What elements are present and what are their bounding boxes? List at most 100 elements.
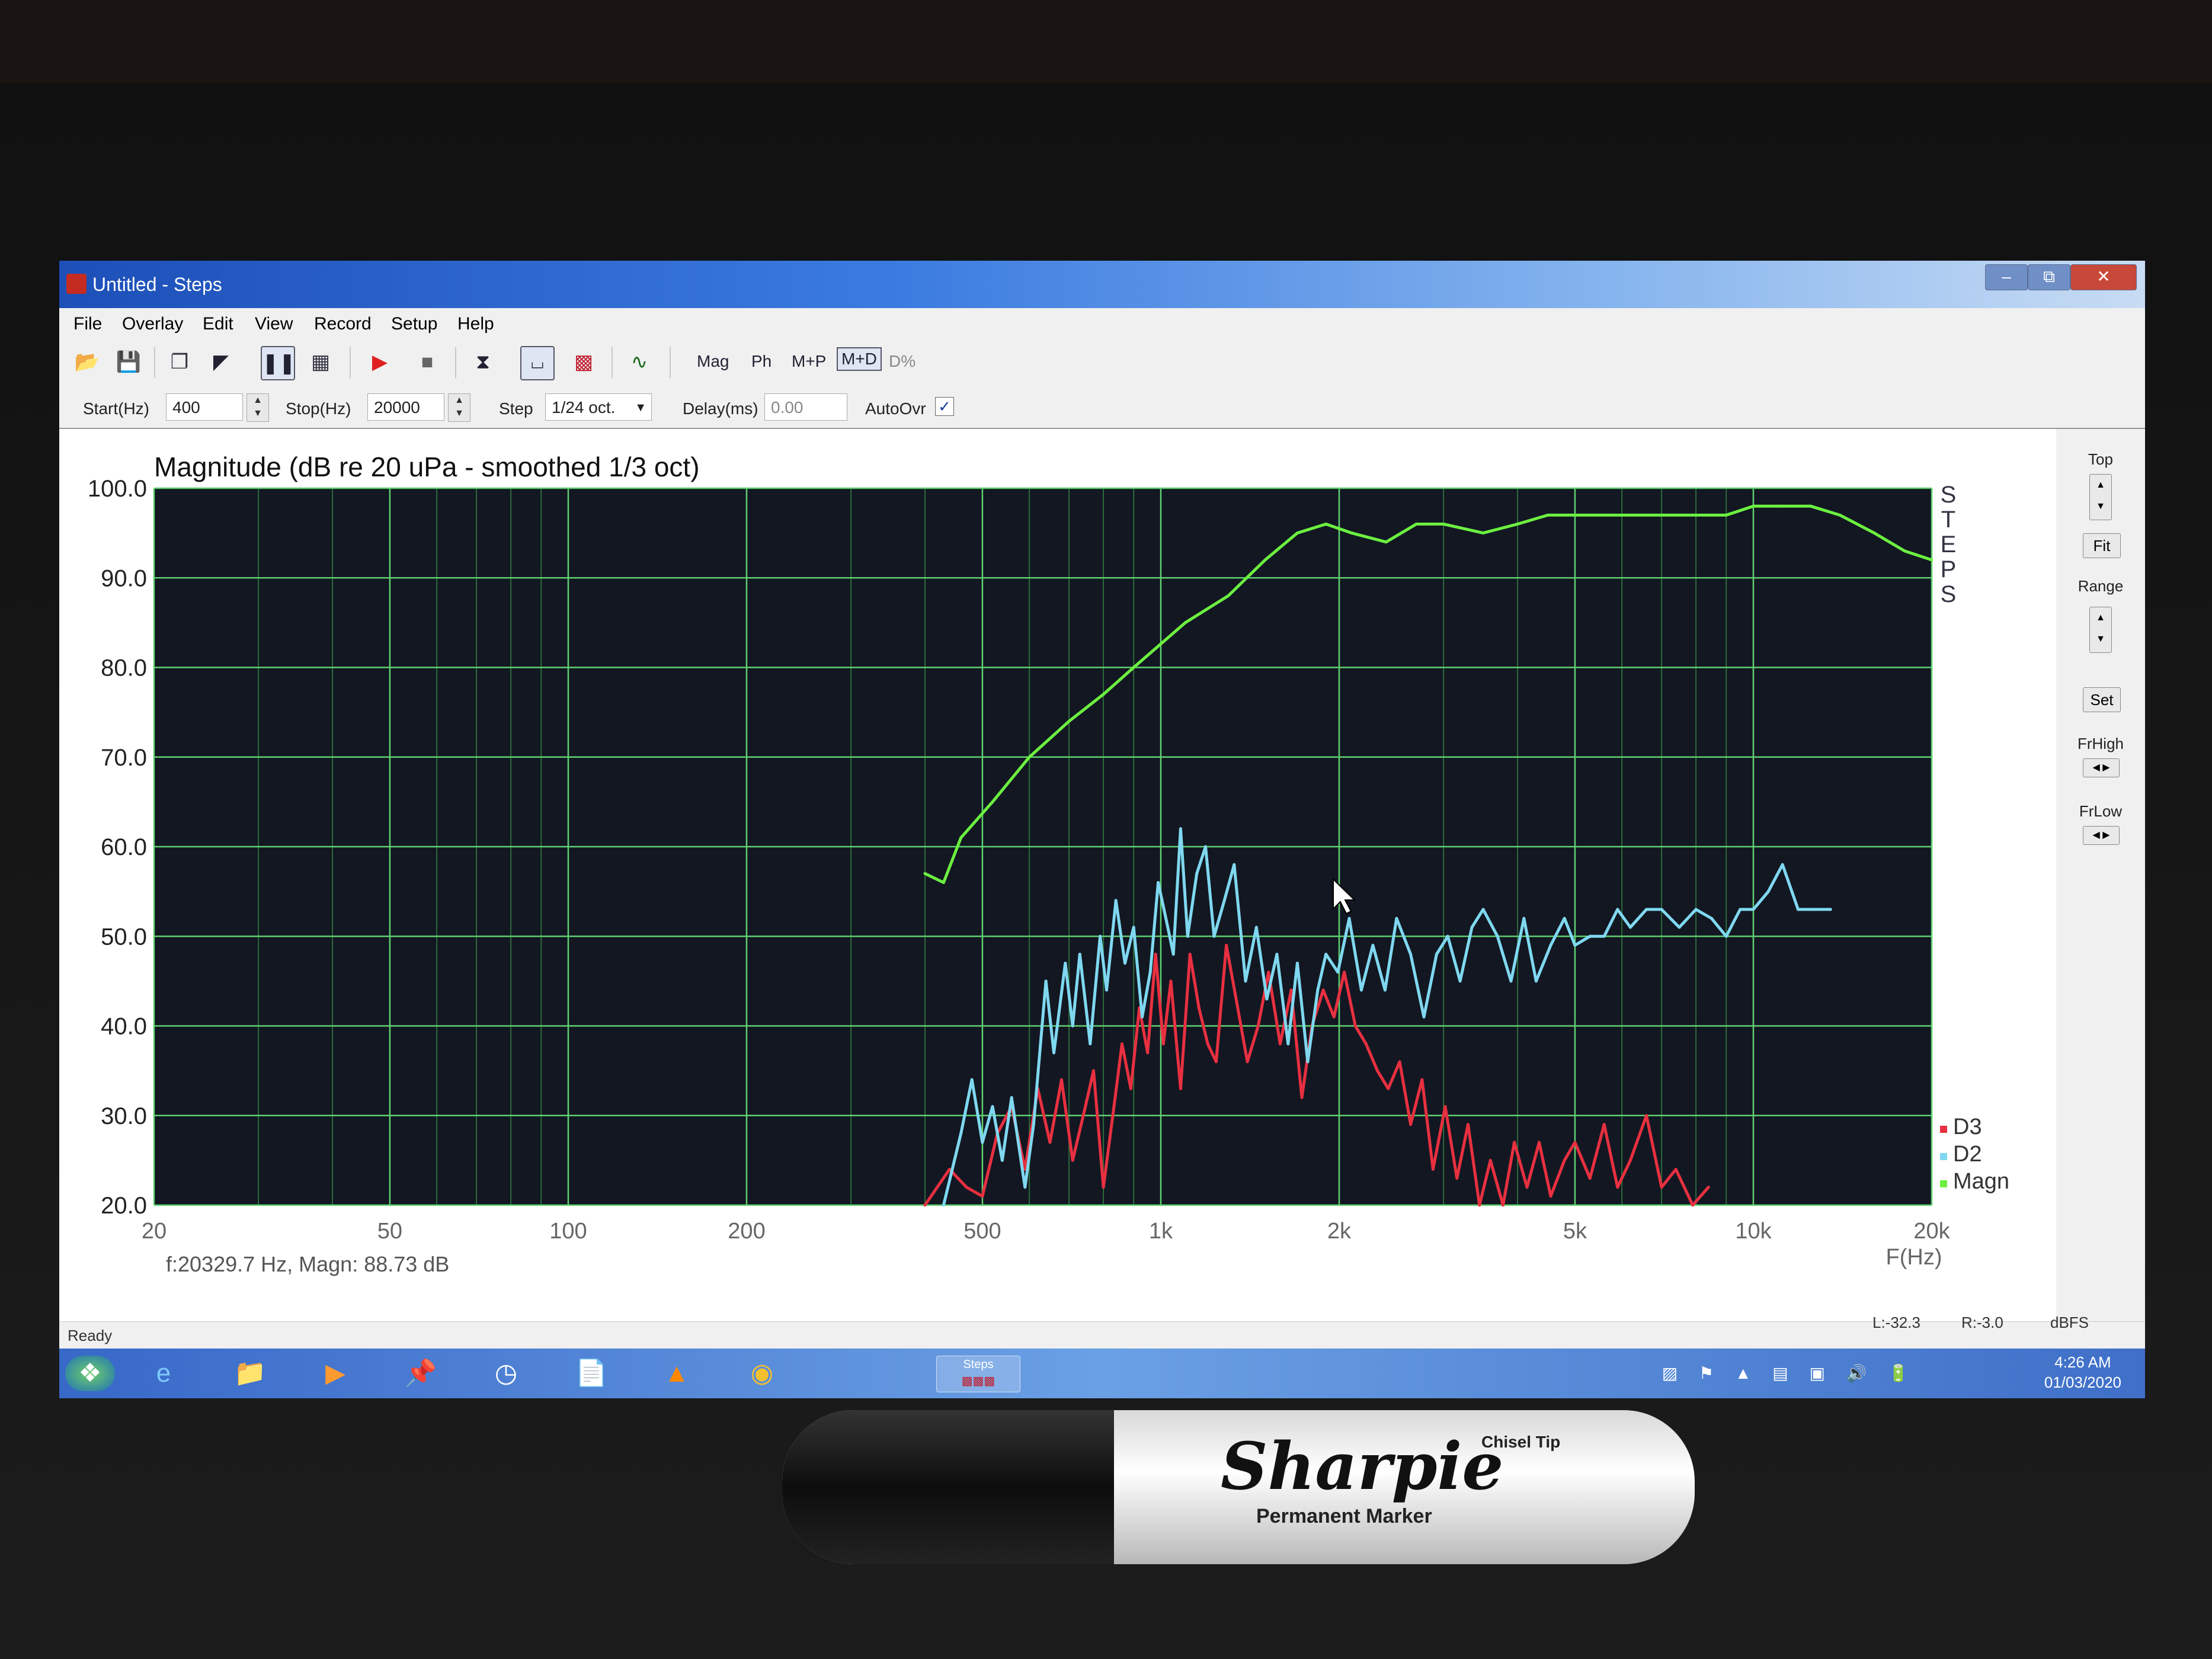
open-icon[interactable]: 📂 <box>71 346 103 378</box>
data-point <box>1353 1024 1357 1027</box>
data-point <box>1102 693 1105 696</box>
maximize-button[interactable]: ⧉ <box>2028 264 2070 290</box>
start-button[interactable]: ❖ <box>65 1356 115 1391</box>
clock[interactable]: 4:26 AM 01/03/2020 <box>2044 1352 2121 1392</box>
start-input[interactable]: 400 <box>166 393 243 421</box>
data-point <box>1628 1158 1632 1162</box>
folder-icon[interactable]: 📁 <box>229 1356 271 1391</box>
view-md-button[interactable]: M+D <box>837 347 882 371</box>
view-mag-button[interactable]: Mag <box>697 352 729 371</box>
data-point <box>1052 1051 1056 1055</box>
data-point <box>1707 1186 1710 1189</box>
data-point <box>1395 917 1398 920</box>
data-point <box>1332 1015 1336 1019</box>
top-spinner[interactable]: ▲ ▼ <box>2089 474 2112 520</box>
steps-taskbar-label: Steps <box>963 1358 994 1371</box>
data-point <box>1316 988 1320 992</box>
data-point <box>1563 917 1566 920</box>
data-point <box>1140 1015 1144 1019</box>
data-point <box>1563 1158 1566 1162</box>
data-point <box>1212 934 1216 938</box>
menu-help[interactable]: Help <box>457 314 494 334</box>
menu-record[interactable]: Record <box>314 314 372 334</box>
spectrum-icon[interactable]: ▩ <box>568 346 600 378</box>
data-point <box>1246 1060 1249 1064</box>
stop-icon[interactable]: ■ <box>411 346 443 378</box>
data-point <box>1179 1087 1182 1090</box>
close-button[interactable]: ✕ <box>2070 264 2137 290</box>
data-point <box>1157 881 1160 884</box>
y-tick-label: 50.0 <box>101 924 147 950</box>
toolbar-separator <box>455 347 456 378</box>
data-point <box>1278 1042 1282 1046</box>
status-text: Ready <box>68 1327 113 1344</box>
stop-spinner[interactable]: ▲ ▼ <box>448 393 470 422</box>
step-select[interactable]: 1/24 oct. ▼ <box>545 393 652 421</box>
view-dpct-button[interactable]: D% <box>889 352 915 371</box>
pause-icon[interactable]: ❚❚ <box>261 346 296 380</box>
save-icon[interactable]: 💾 <box>113 346 145 378</box>
menu-file[interactable]: File <box>73 314 102 334</box>
data-point <box>1525 1186 1529 1189</box>
tray-icons[interactable]: ▨ ⚑ ▲ ▤ ▣ 🔊 🔋 <box>1606 1356 1973 1391</box>
cursor-icon[interactable]: ◤ <box>205 346 237 378</box>
data-point <box>1146 1051 1150 1055</box>
data-point <box>1183 621 1187 624</box>
data-point <box>991 1105 994 1109</box>
magnitude-chart[interactable]: 20 50 100 200 500 1k 2k 5k 10k 20k 20.0 30.0 40.0 50.… <box>59 429 2038 1318</box>
data-point <box>1123 962 1126 965</box>
y-tick-label: 30.0 <box>101 1103 147 1129</box>
data-point <box>981 1194 984 1198</box>
x-tick-label: 5k <box>1563 1219 1587 1244</box>
media-player-icon[interactable]: ▶ <box>314 1356 357 1391</box>
toolbar-separator <box>154 347 155 378</box>
scope-icon[interactable]: ∿ <box>623 346 655 378</box>
vlc-icon[interactable]: ▲ <box>655 1356 698 1391</box>
data-point <box>1044 979 1048 983</box>
data-point <box>1336 971 1340 974</box>
grid-icon[interactable]: ▦ <box>305 346 337 378</box>
view-mp-button[interactable]: M+P <box>792 352 826 371</box>
delay-input[interactable]: 0.00 <box>764 393 847 421</box>
ie-icon[interactable]: e <box>142 1356 185 1391</box>
steps-taskbar-button[interactable]: Steps ▩▩▩ <box>936 1356 1020 1392</box>
data-point <box>1616 1186 1619 1189</box>
pin-icon[interactable]: 📌 <box>399 1356 442 1391</box>
data-point <box>942 881 945 884</box>
y-tick-label: 60.0 <box>101 834 147 860</box>
menu-view[interactable]: View <box>255 314 293 334</box>
data-point <box>1324 523 1328 526</box>
fit-button[interactable]: Fit <box>2083 533 2121 558</box>
data-point <box>923 1203 927 1207</box>
notepad-icon[interactable]: 📄 <box>570 1356 613 1391</box>
copy-icon[interactable]: ❐ <box>164 346 196 378</box>
data-point <box>1244 979 1247 983</box>
legend-swatch <box>1940 1180 1947 1187</box>
menu-overlay[interactable]: Overlay <box>122 314 183 334</box>
data-point <box>1375 1069 1379 1072</box>
toolbar-separator <box>350 347 351 378</box>
x-tick-label: 200 <box>728 1219 765 1244</box>
stop-input[interactable]: 20000 <box>367 393 444 421</box>
probe-icon[interactable]: ⏘ <box>520 346 555 380</box>
data-point <box>1169 979 1173 983</box>
frlow-spinner[interactable]: ◀ ▶ <box>2083 826 2120 845</box>
set-button[interactable]: Set <box>2083 687 2121 712</box>
data-point <box>959 836 963 840</box>
menu-edit[interactable]: Edit <box>203 314 233 334</box>
chrome-icon[interactable]: ◉ <box>741 1356 783 1391</box>
autoovr-checkbox[interactable]: ✓ <box>935 397 954 416</box>
range-spinner[interactable]: ▲ ▼ <box>2089 607 2112 653</box>
minimize-button[interactable]: – <box>1985 264 2028 290</box>
clock-date: 01/03/2020 <box>2044 1373 2121 1391</box>
clock-app-icon[interactable]: ◷ <box>485 1356 527 1391</box>
filter-icon[interactable]: ⧗ <box>467 346 499 378</box>
play-icon[interactable]: ▶ <box>364 346 396 378</box>
view-ph-button[interactable]: Ph <box>751 352 772 371</box>
data-point <box>1660 1186 1663 1189</box>
data-point <box>1227 594 1230 597</box>
frhigh-spinner[interactable]: ◀ ▶ <box>2083 758 2120 777</box>
data-point <box>1111 1114 1115 1117</box>
start-spinner[interactable]: ▲ ▼ <box>247 393 269 422</box>
menu-setup[interactable]: Setup <box>391 314 437 334</box>
